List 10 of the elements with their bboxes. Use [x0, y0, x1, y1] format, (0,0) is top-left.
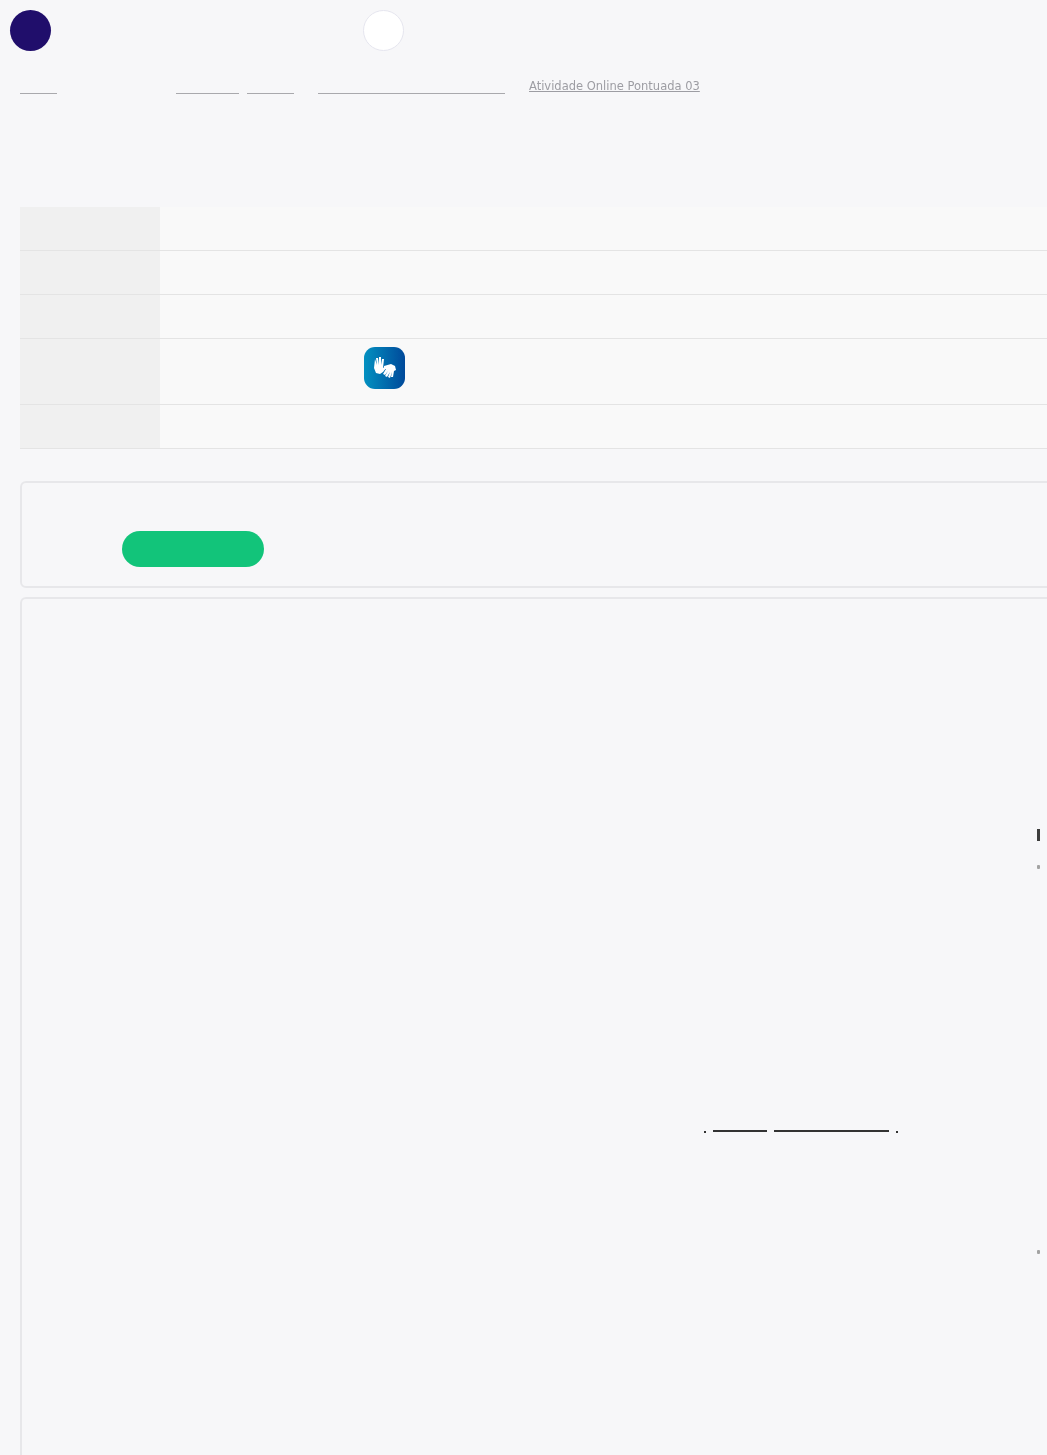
dot-mark — [704, 1131, 706, 1133]
glyph-fragment — [1037, 865, 1040, 869]
logo-circle[interactable] — [10, 10, 51, 51]
dot-mark — [896, 1131, 898, 1133]
breadcrumb-link[interactable]: Atividade Online Pontuada 03 — [529, 79, 700, 94]
action-button[interactable] — [122, 531, 264, 567]
round-button[interactable] — [363, 10, 404, 51]
glyph-fragment — [1037, 829, 1040, 841]
glyph-fragment — [1037, 1250, 1040, 1254]
hands-icon[interactable] — [364, 347, 405, 389]
